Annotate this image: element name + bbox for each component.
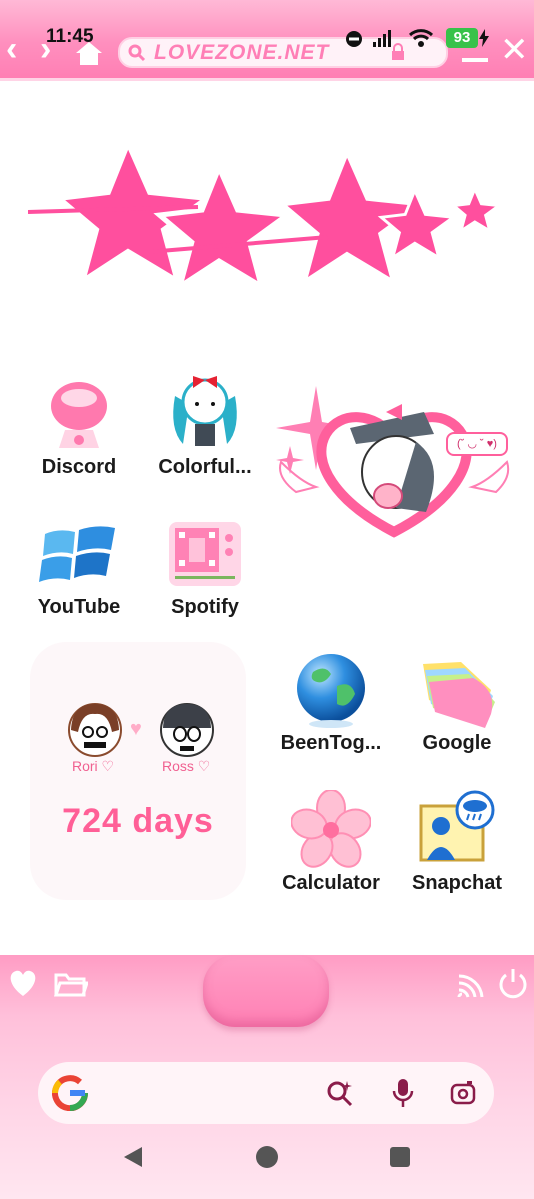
url-bar[interactable]: LOVEZONE.NET <box>118 37 448 68</box>
minimize-icon[interactable] <box>462 58 488 62</box>
right-name: Ross ♡ <box>162 758 211 774</box>
app-label: Snapchat <box>411 872 503 894</box>
google-search-bar[interactable] <box>38 1062 494 1124</box>
heart-icon[interactable] <box>8 969 38 997</box>
home-nav-icon[interactable] <box>255 1145 279 1169</box>
dock-center-button[interactable] <box>203 955 329 1027</box>
microphone-icon[interactable] <box>392 1078 414 1108</box>
speech-bubble: (˘ ◡ ˘ ♥) <box>446 432 508 456</box>
folder-icon[interactable] <box>54 971 88 997</box>
stars-decoration <box>28 134 500 293</box>
app-label: Google <box>422 732 492 754</box>
battery-indicator: 93 <box>446 28 478 48</box>
camera-lens-icon[interactable] <box>450 1080 476 1106</box>
couple-days-widget[interactable]: ♥ Rori ♡ Ross ♡ 724 days <box>30 642 246 900</box>
signal-icon <box>373 30 391 47</box>
browser-bar: 11:45 ‹ › LOVEZONE.NET 93 ✕ <box>0 0 534 81</box>
heart-icon: ♥ <box>130 718 142 740</box>
heart-frame-illustration <box>276 386 510 538</box>
character-figure-icon <box>173 376 237 446</box>
search-icon <box>128 44 146 62</box>
globe-icon <box>297 654 365 728</box>
dock <box>0 955 534 1199</box>
home-icon[interactable] <box>74 40 104 66</box>
back-icon[interactable]: ‹ <box>6 32 17 66</box>
app-label: Calculator <box>282 872 380 894</box>
app-label: Spotify <box>171 596 239 618</box>
url-text: LOVEZONE.NET <box>154 41 330 64</box>
charging-icon <box>479 29 489 47</box>
search-sparkle-icon[interactable] <box>326 1079 354 1107</box>
recents-nav-icon[interactable] <box>390 1147 410 1167</box>
days-counter: 724 days <box>62 802 214 840</box>
avatar-left <box>68 703 122 757</box>
pink-bubble-icon <box>51 382 107 448</box>
power-icon[interactable] <box>498 967 528 999</box>
left-name: Rori ♡ <box>72 758 115 774</box>
back-nav-icon[interactable] <box>122 1145 144 1169</box>
app-label: Discord <box>41 456 117 478</box>
film-strip-icon <box>169 522 241 586</box>
google-logo-icon <box>52 1075 88 1111</box>
avatar-right <box>160 703 214 757</box>
folder-icon <box>423 662 495 728</box>
cast-icon[interactable] <box>456 969 486 999</box>
weather-person-icon <box>419 790 495 862</box>
forward-icon[interactable]: › <box>40 32 51 66</box>
flower-icon <box>291 790 371 868</box>
app-label: BeenTog... <box>280 732 382 754</box>
app-label: YouTube <box>37 596 121 618</box>
dnd-icon <box>346 31 362 47</box>
character-sticker-widget[interactable]: (˘ ◡ ˘ ♥) <box>276 382 512 552</box>
close-icon[interactable]: ✕ <box>500 30 529 70</box>
windows-logo-icon <box>39 526 115 582</box>
app-label: Colorful... <box>158 456 252 478</box>
wifi-icon <box>408 29 434 47</box>
